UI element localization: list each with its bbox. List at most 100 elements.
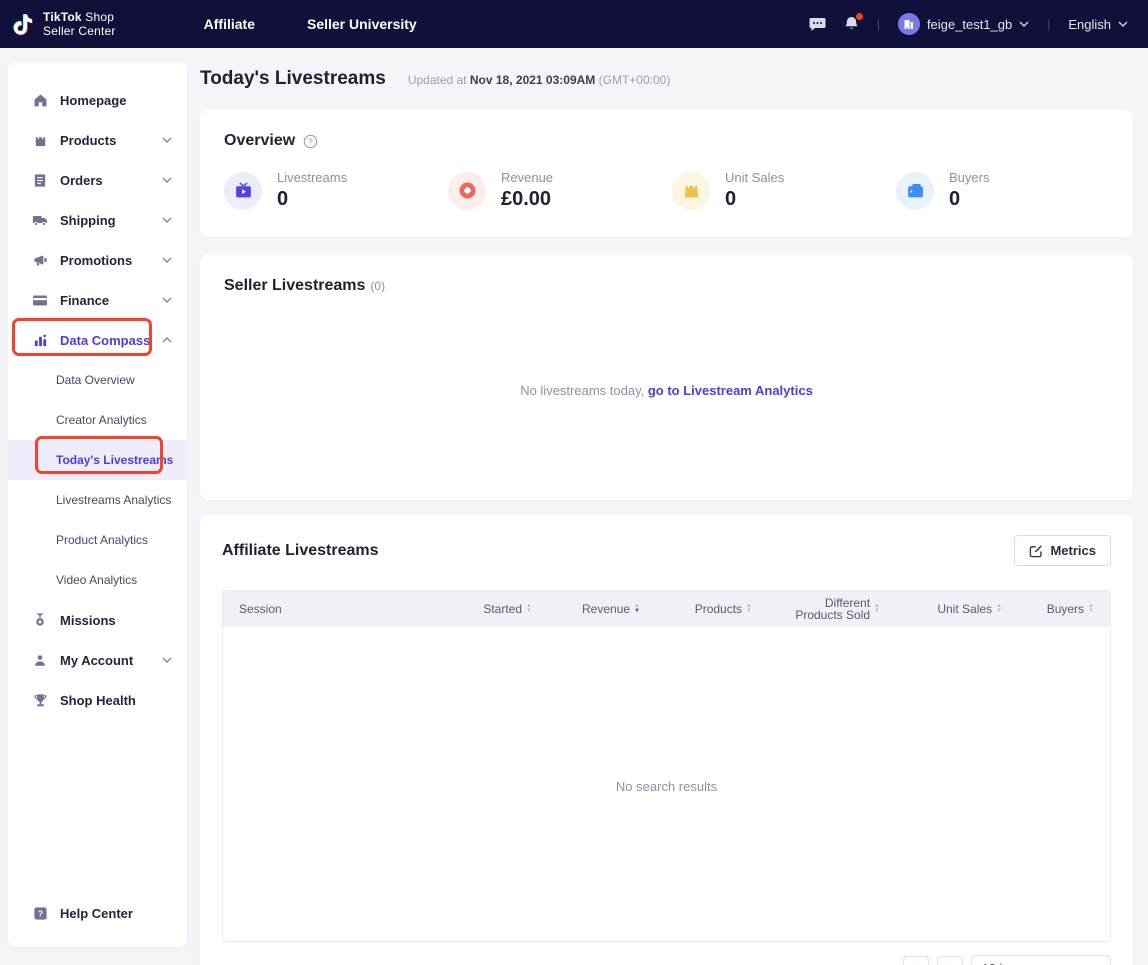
next-page-button[interactable] [937,956,963,965]
user-name: feige_test1_gb [927,17,1012,32]
stat-revenue: Revenue£0.00 [448,170,672,211]
sidebar-subitem-product-analytics[interactable]: Product Analytics [8,520,187,560]
page-title: Today's Livestreams [200,68,386,90]
data-compass-chart-icon [32,332,48,348]
revenue-coin-icon [448,172,486,210]
sidebar-item-orders[interactable]: Orders [8,160,187,200]
finance-card-icon [32,292,48,308]
help-question-icon: ? [32,905,48,921]
divider: | [1047,17,1050,31]
seller-livestreams-card: Seller Livestreams(0) No livestreams tod… [200,255,1133,500]
go-to-livestream-analytics-link[interactable]: go to Livestream Analytics [648,383,813,398]
orders-doc-icon [32,172,48,188]
home-icon [32,92,48,108]
column-started[interactable]: Started▲▼ [424,602,532,616]
sidebar-subitem-creator-analytics[interactable]: Creator Analytics [8,400,187,440]
stat-value: 0 [949,188,960,210]
shipping-truck-icon [32,212,48,228]
stat-buyers: Buyers0 [896,170,1120,211]
seller-livestreams-count: (0) [370,279,385,293]
sidebar-item-shipping[interactable]: Shipping [8,200,187,240]
stat-value: 0 [277,188,288,210]
column-products[interactable]: Products▲▼ [640,602,752,616]
sidebar: Homepage Products Orders Shipping Promot… [8,62,187,947]
metrics-button[interactable]: Metrics [1014,535,1111,566]
seller-empty-state: No livestreams today, go to Livestream A… [200,383,1133,398]
nav-seller-university[interactable]: Seller University [307,16,417,32]
sidebar-item-homepage[interactable]: Homepage [8,80,187,120]
edit-icon [1029,544,1043,558]
chevron-down-icon [162,137,172,143]
main-content: Today's Livestreams Updated at Nov 18, 2… [200,60,1133,90]
help-circle-icon[interactable]: ? [303,134,318,149]
stat-value: £0.00 [501,188,551,210]
affiliate-livestreams-title: Affiliate Livestreams [222,542,379,560]
chevron-up-icon [162,337,172,343]
sidebar-item-missions[interactable]: Missions [8,600,187,640]
sidebar-item-products[interactable]: Products [8,120,187,160]
sidebar-item-my-account[interactable]: My Account [8,640,187,680]
sidebar-item-data-compass[interactable]: Data Compass [8,320,187,360]
items-per-page-select[interactable]: 10 items per page [971,955,1111,965]
stat-value: 0 [725,188,736,210]
logo-text: TikTok Shop Seller Center [43,10,116,38]
column-buyers[interactable]: Buyers▲▼ [1002,602,1094,616]
no-search-results-text: No search results [223,779,1110,794]
shopping-bag-icon [672,172,710,210]
column-unit-sales[interactable]: Unit Sales▲▼ [880,602,1002,616]
prev-page-button[interactable] [903,956,929,965]
table-body: No search results [223,627,1110,941]
sidebar-item-promotions[interactable]: Promotions [8,240,187,280]
nav-affiliate[interactable]: Affiliate [204,16,255,32]
tiktok-note-icon [12,11,36,37]
sidebar-item-finance[interactable]: Finance [8,280,187,320]
table-header-row: Session Started▲▼ Revenue▲▼ Products▲▼ D… [223,591,1110,627]
sidebar-item-help-center[interactable]: ? Help Center [8,893,187,933]
my-account-person-icon [32,652,48,668]
shop-health-trophy-icon [32,692,48,708]
wallet-icon [896,172,934,210]
top-nav: Affiliate Seller University [204,16,417,32]
column-session: Session [239,602,424,616]
sidebar-subitem-todays-livestreams[interactable]: Today's Livestreams [8,440,187,480]
column-revenue[interactable]: Revenue▲▼ [532,602,640,616]
affiliate-livestreams-card: Affiliate Livestreams Metrics Session St… [200,515,1133,965]
sidebar-subitem-data-overview[interactable]: Data Overview [8,360,187,400]
sort-icon: ▲▼ [1088,604,1094,614]
tiktok-shop-logo[interactable]: TikTok Shop Seller Center [12,10,116,38]
chevron-down-icon [162,217,172,223]
seller-livestreams-title: Seller Livestreams(0) [224,277,385,294]
svg-text:?: ? [37,908,42,918]
chat-icon[interactable] [809,16,826,32]
language-menu[interactable]: English [1068,17,1128,32]
sidebar-item-shop-health[interactable]: Shop Health [8,680,187,720]
column-different-products-sold[interactable]: Different Products Sold▲▼ [752,597,880,621]
products-bag-icon [32,132,48,148]
chevron-down-icon [162,257,172,263]
stat-livestreams: Livestreams0 [224,170,448,211]
chevron-down-icon [162,657,172,663]
svg-text:?: ? [308,137,313,146]
missions-medal-icon [32,612,48,628]
livestream-tv-icon [224,172,262,210]
overview-card: Overview ? Livestreams0 Revenue£0.00 [200,110,1133,237]
sidebar-subitem-video-analytics[interactable]: Video Analytics [8,560,187,600]
updated-timestamp: Updated at Nov 18, 2021 03:09AM (GMT+00:… [408,73,671,87]
language-label: English [1068,17,1111,32]
chevron-down-icon [1019,21,1029,27]
top-bar: TikTok Shop Seller Center Affiliate Sell… [0,0,1148,48]
divider: | [877,17,880,31]
user-menu[interactable]: feige_test1_gb [898,13,1029,35]
chevron-down-icon [162,297,172,303]
bell-icon[interactable] [844,16,859,32]
affiliate-table: Session Started▲▼ Revenue▲▼ Products▲▼ D… [222,590,1111,942]
sidebar-subitem-livestreams-analytics[interactable]: Livestreams Analytics [8,480,187,520]
chevron-down-icon [1118,21,1128,27]
overview-title: Overview [224,132,295,150]
promotions-megaphone-icon [32,252,48,268]
stat-unit-sales: Unit Sales0 [672,170,896,211]
pagination: 10 items per page [222,955,1111,965]
notification-dot [856,13,863,20]
chevron-down-icon [162,177,172,183]
avatar [898,13,920,35]
